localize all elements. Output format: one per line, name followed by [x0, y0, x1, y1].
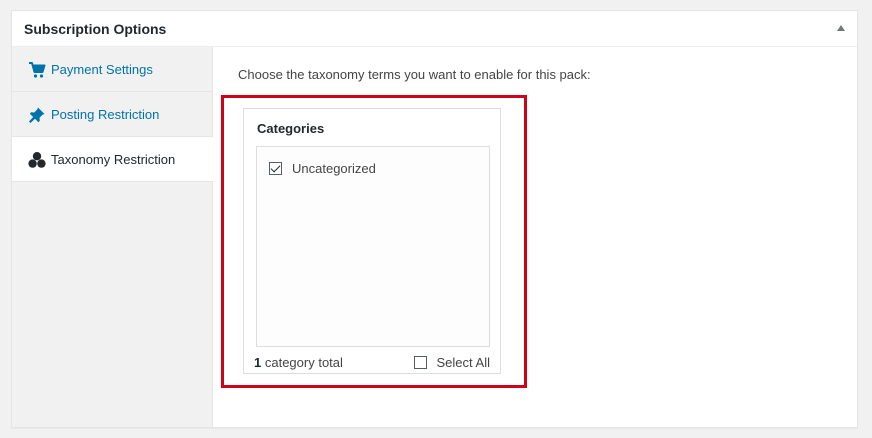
tab-label: Taxonomy Restriction	[51, 152, 176, 167]
panel-heading: Categories	[257, 121, 325, 136]
term-checkbox[interactable]	[269, 162, 282, 175]
tab-label: Payment Settings	[51, 62, 153, 77]
select-all-label[interactable]: Select All	[437, 355, 490, 370]
term-checklist[interactable]: Uncategorized	[256, 146, 490, 347]
category-count: 1	[254, 355, 262, 370]
term-item-uncategorized[interactable]: Uncategorized	[269, 161, 376, 176]
category-count-suffix: category total	[264, 355, 343, 370]
tab-label: Posting Restriction	[51, 107, 160, 122]
intro-text: Choose the taxonomy terms you want to en…	[238, 67, 591, 82]
select-all-checkbox[interactable]	[413, 356, 427, 369]
tab-content: Choose the taxonomy terms you want to en…	[214, 47, 858, 427]
panel-footer: 1 category total Select All	[254, 355, 490, 370]
select-all-control[interactable]: Select All	[413, 355, 490, 370]
pin-icon	[28, 106, 46, 124]
cart-icon	[28, 61, 46, 79]
tab-taxonomy-restriction[interactable]: Taxonomy Restriction	[12, 137, 213, 182]
box-header[interactable]: Subscription Options	[12, 11, 857, 47]
box-title: Subscription Options	[24, 21, 167, 37]
tab-payment-settings[interactable]: Payment Settings	[12, 47, 212, 92]
groups-icon	[28, 151, 46, 169]
term-label[interactable]: Uncategorized	[292, 161, 376, 176]
collapse-arrow-icon[interactable]	[837, 25, 845, 31]
subscription-options-box: Subscription Options Payment Settings Po…	[11, 10, 858, 428]
tab-posting-restriction[interactable]: Posting Restriction	[12, 92, 212, 137]
options-sidebar: Payment Settings Posting Restriction Tax…	[12, 47, 213, 427]
categories-panel: Categories Uncategorized 1 category tota…	[243, 108, 501, 374]
